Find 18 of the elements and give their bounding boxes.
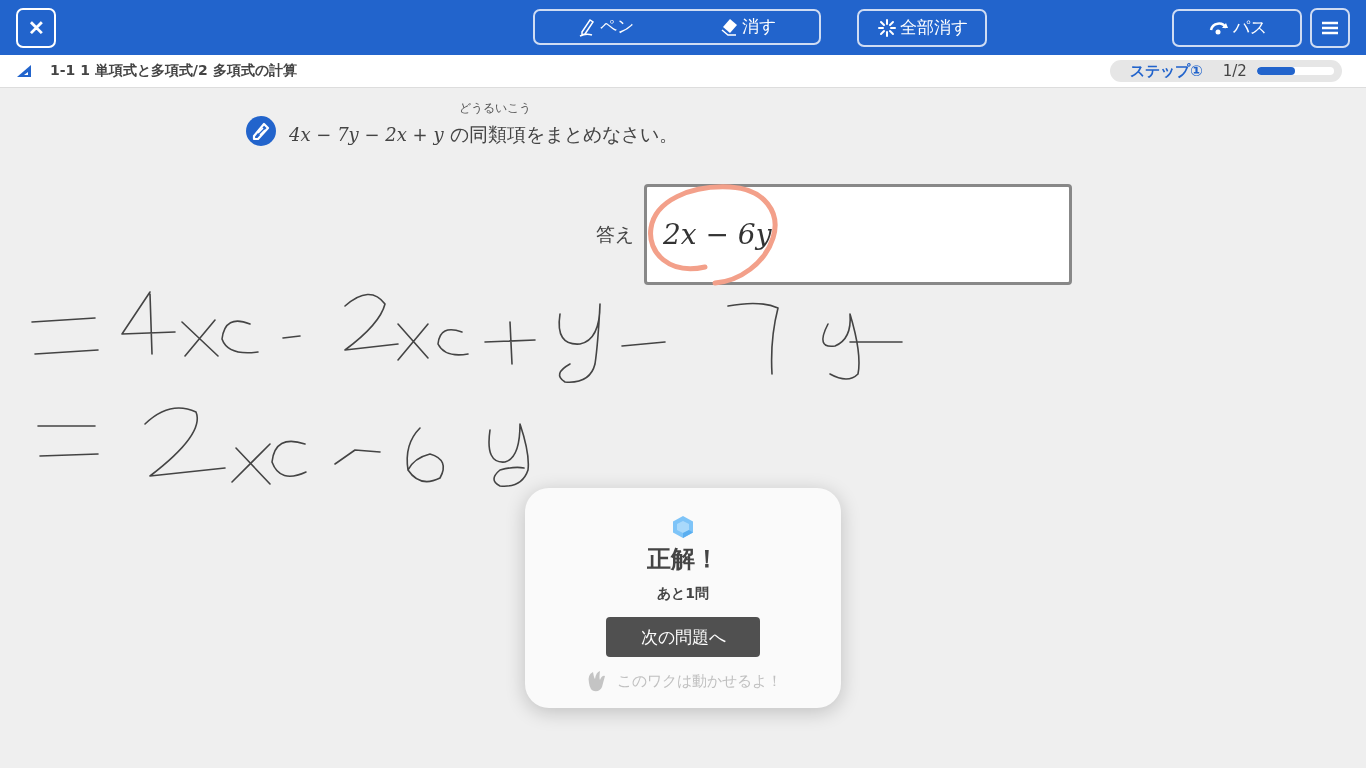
- remaining-text: あと1問: [657, 585, 709, 603]
- next-question-button[interactable]: 次の問題へ: [606, 617, 760, 657]
- answer-label: 答え: [596, 221, 634, 247]
- clear-all-button[interactable]: 全部消す: [857, 8, 987, 47]
- progress-count: 1/2: [1222, 62, 1247, 80]
- drag-hint-text: このワクは動かせるよ！: [616, 671, 782, 691]
- pass-button[interactable]: パス: [1172, 8, 1302, 47]
- step-label: ステップ①: [1130, 61, 1203, 81]
- close-button[interactable]: ✕: [16, 7, 56, 48]
- furigana: どうるいこう: [459, 100, 531, 117]
- pen-button[interactable]: ペン: [535, 10, 677, 43]
- breadcrumb-text: 1-1 1 単項式と多項式/2 多項式の計算: [50, 62, 297, 80]
- answer-value: 2x − 6y: [663, 218, 772, 251]
- eraser-button[interactable]: 消す: [677, 10, 819, 43]
- result-title: 正解！: [647, 544, 719, 575]
- answer-box[interactable]: 2x − 6y: [644, 184, 1072, 285]
- result-popup[interactable]: 正解！ あと1問 次の問題へ このワクは動かせるよ！: [525, 488, 841, 708]
- question-text: 4x − 7y − 2x + y の同類項をまとめなさい。: [289, 123, 678, 145]
